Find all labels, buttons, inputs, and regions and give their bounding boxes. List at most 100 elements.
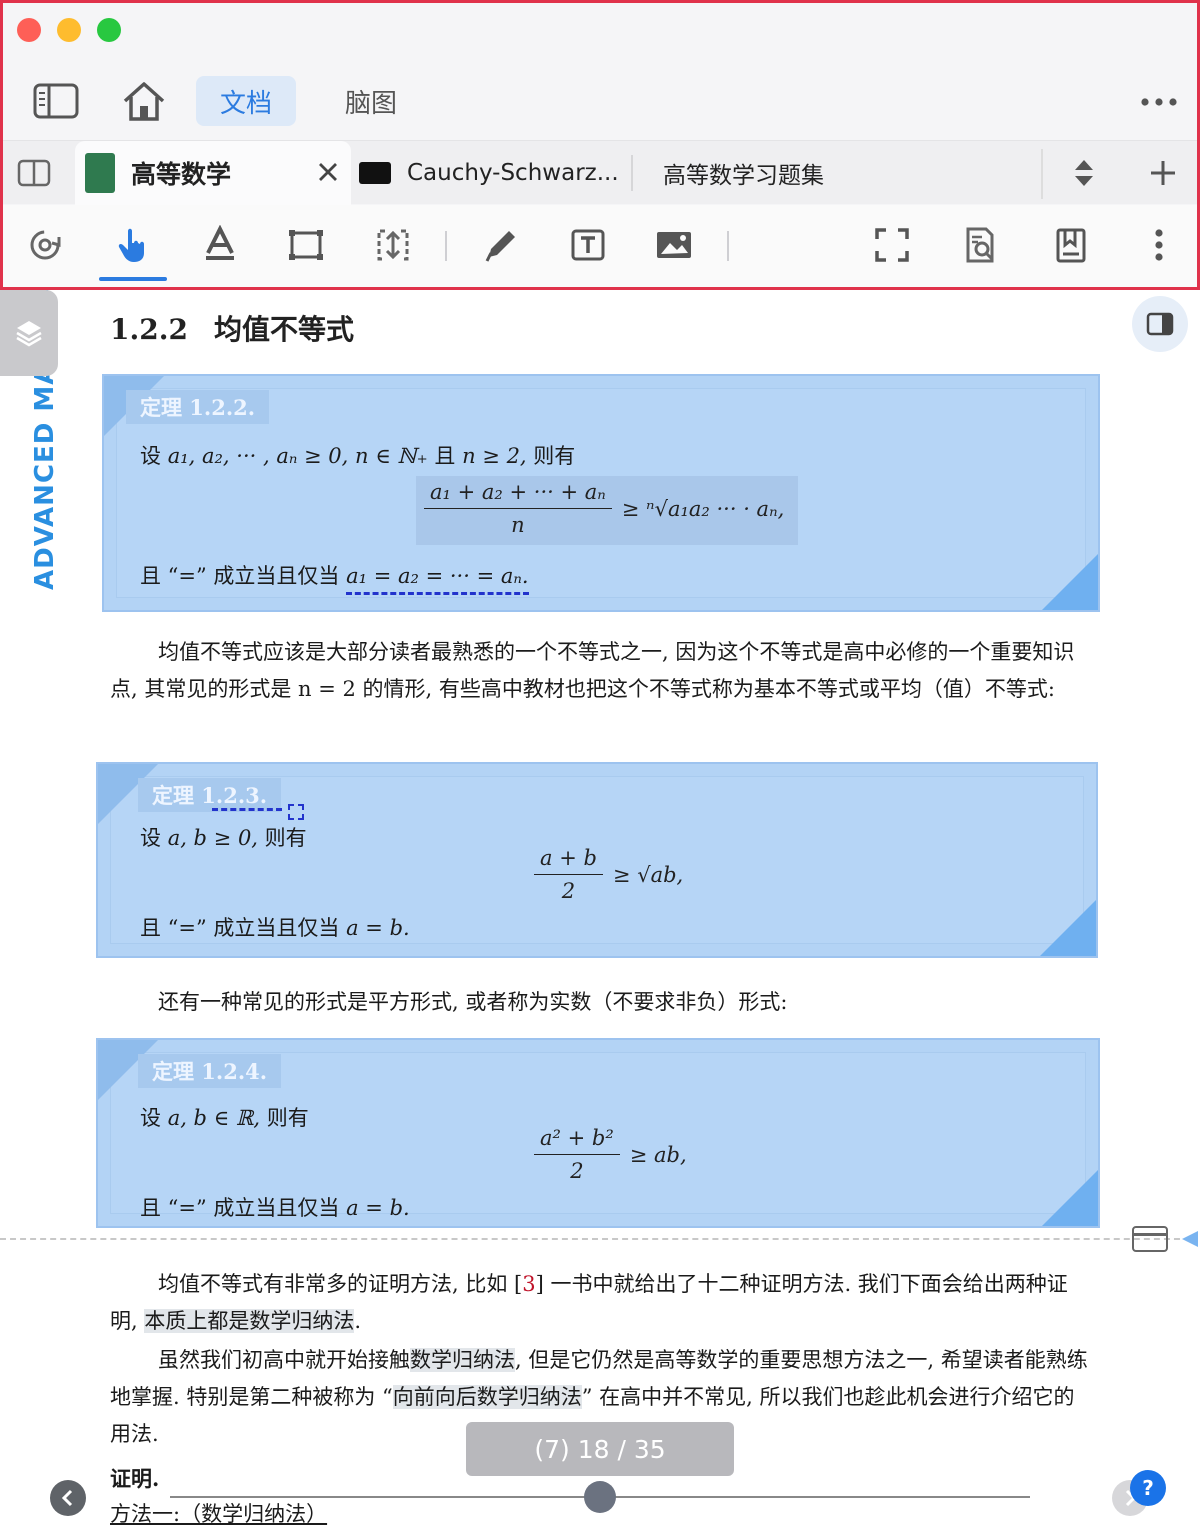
search-document-icon: [966, 227, 994, 263]
formula-rhs: ≥ ⁿ√a₁a₂ ··· · aₙ,: [621, 496, 785, 521]
corner-decoration: [1040, 900, 1096, 956]
resize-icon: [377, 229, 409, 261]
hand-tool-button[interactable]: [109, 221, 157, 269]
toolbar-separator: [445, 231, 447, 261]
highlighted-text[interactable]: 数学归纳法: [410, 1348, 515, 1372]
formula-rhs: ≥ √ab,: [612, 862, 684, 887]
tab-sort-button[interactable]: [1069, 157, 1099, 189]
toolbar-more-button[interactable]: [1135, 221, 1183, 269]
close-tab-button[interactable]: [317, 161, 339, 183]
sidebar-toggle-button[interactable]: [31, 81, 81, 121]
fraction: a₁ + a₂ + ··· + aₙ n: [424, 480, 612, 537]
page-marker-icon: [1182, 1231, 1198, 1247]
premise-suffix: 则有: [264, 826, 307, 850]
split-view-icon: [17, 159, 51, 187]
toolbar-separator: [727, 231, 729, 261]
annotation-toolbar: [3, 205, 1197, 287]
doc-tab-1[interactable]: 高等数学: [75, 141, 351, 205]
theorem-label: 定理 1.2.4.: [138, 1054, 282, 1088]
theorem-premise: 设 a, b ≥ 0, 则有: [140, 822, 307, 852]
text-box-icon: [571, 229, 605, 261]
panel-icon: [1146, 312, 1174, 336]
para-text: 均值不等式有非常多的证明方法, 比如 [: [158, 1272, 523, 1296]
new-tab-button[interactable]: [1147, 157, 1179, 189]
home-icon: [123, 82, 165, 121]
theorem-condition: 且 “=” 成立当且仅当 a = b.: [140, 912, 410, 942]
theorem-box[interactable]: 定理 1.2.4. 设 a, b ∈ ℝ, 则有 a² + b² 2 ≥ ab,…: [96, 1038, 1100, 1228]
vertical-more-icon: [1155, 229, 1163, 261]
doc-tab-title: 高等数学: [131, 160, 232, 189]
fraction-denominator: 2: [561, 879, 576, 903]
highlighted-text[interactable]: 向前向后数学归纳法: [392, 1385, 582, 1409]
page-slider-thumb[interactable]: [584, 1481, 616, 1513]
doc-thumbnail: [359, 162, 391, 184]
premise-math: a, b ∈ ℝ,: [167, 1106, 261, 1130]
doc-tab-2[interactable]: Cauchy-Schwarz...: [359, 141, 629, 205]
theorem-box[interactable]: 定理 1.2.3. 设 a, b ≥ 0, 则有 a + b 2 ≥ √ab, …: [96, 762, 1098, 958]
premise-math2: n ≥ 2,: [462, 444, 527, 468]
doc-tab-title: 高等数学习题集: [663, 163, 824, 189]
premise-prefix: 设: [140, 444, 161, 468]
layers-icon: [16, 321, 42, 347]
theorem-condition: 且 “=” 成立当且仅当 a = b.: [140, 1192, 410, 1222]
text-select-icon: [206, 225, 234, 260]
theorem-box[interactable]: 定理 1.2.2. 设 a₁, a₂, ··· , aₙ ≥ 0, n ∈ ℕ₊…: [102, 374, 1100, 612]
citation-link[interactable]: 3: [522, 1272, 535, 1296]
pdf-viewer[interactable]: ADVANCED MATHEMATI 1.2.2 均值不等式 定理 1.2.2. …: [0, 290, 1200, 1538]
corner-decoration: [1042, 1170, 1098, 1226]
fraction: a + b 2: [534, 846, 603, 903]
fullscreen-button[interactable]: [868, 221, 916, 269]
card-icon-line: [1134, 1233, 1166, 1236]
theorem-condition: 且 “=” 成立当且仅当 a₁ = a₂ = ··· = aₙ.: [140, 560, 529, 595]
help-button[interactable]: ?: [1130, 1470, 1166, 1506]
close-window-button[interactable]: [17, 18, 41, 42]
tab-mindmap[interactable]: 脑图: [321, 76, 421, 126]
close-icon: [319, 163, 337, 181]
para-text: 虽然我们初高中就开始接触: [158, 1348, 410, 1372]
theorem-premise: 设 a₁, a₂, ··· , aₙ ≥ 0, n ∈ ℕ₊ 且 n ≥ 2, …: [140, 440, 575, 470]
text-box-button[interactable]: [564, 221, 612, 269]
more-button[interactable]: [1137, 87, 1181, 117]
fraction: a² + b² 2: [534, 1126, 620, 1183]
doc-tab-3[interactable]: 高等数学习题集: [663, 141, 903, 205]
paragraph: 均值不等式应该是大部分读者最熟悉的一个不等式之一, 因为这个不等式是高中必修的一…: [110, 640, 1075, 701]
theorem-formula: a₁ + a₂ + ··· + aₙ n ≥ ⁿ√a₁a₂ ··· · aₙ,: [416, 476, 799, 545]
page-indicator: (7) 18 / 35: [466, 1422, 734, 1476]
fullscreen-icon: [875, 228, 909, 262]
theorem-label: 定理 1.2.2.: [126, 390, 270, 424]
right-panel-toggle[interactable]: [1132, 296, 1188, 352]
home-button[interactable]: [119, 77, 169, 125]
area-select-button[interactable]: [282, 221, 330, 269]
paragraph: 均值不等式有非常多的证明方法, 比如 [3] 一书中就给出了十二种证明方法. 我…: [110, 1266, 1090, 1340]
selection-handle[interactable]: [288, 804, 304, 820]
highlighted-text[interactable]: 本质上都是数学归纳法: [144, 1309, 355, 1333]
app-chrome: 文档 脑图 高等数学 Cauchy-Schwarz... 高等数学习题集: [0, 0, 1200, 290]
formula-rhs: ≥ ab,: [629, 1142, 687, 1167]
premise-mid: 且: [434, 444, 456, 468]
layers-panel-tab[interactable]: [0, 290, 58, 376]
minimize-window-button[interactable]: [57, 18, 81, 42]
card-view-button[interactable]: [1132, 1226, 1168, 1252]
premise-suffix: 则有: [533, 444, 576, 468]
zoom-window-button[interactable]: [97, 18, 121, 42]
split-view-button[interactable]: [15, 157, 53, 189]
previous-page-button[interactable]: [50, 1480, 86, 1516]
pen-tool-button[interactable]: [477, 221, 525, 269]
chevron-left-icon: [61, 1489, 73, 1507]
bookmark-button[interactable]: [1047, 221, 1095, 269]
tab-document[interactable]: 文档: [196, 76, 296, 126]
para-text: .: [354, 1309, 362, 1333]
image-icon: [657, 232, 691, 258]
text-select-button[interactable]: [196, 221, 244, 269]
premise-suffix: 则有: [266, 1106, 309, 1130]
resize-button[interactable]: [369, 221, 417, 269]
auto-scroll-button[interactable]: [21, 221, 69, 269]
fraction-numerator: a₁ + a₂ + ··· + aₙ: [424, 480, 612, 509]
corner-decoration: [1042, 554, 1098, 610]
pen-icon: [485, 231, 515, 262]
image-button[interactable]: [650, 221, 698, 269]
tab-divider: [1041, 149, 1043, 199]
bookmark-icon: [1056, 228, 1086, 263]
search-document-button[interactable]: [956, 221, 1004, 269]
section-heading: 1.2.2 均值不等式: [110, 308, 354, 348]
